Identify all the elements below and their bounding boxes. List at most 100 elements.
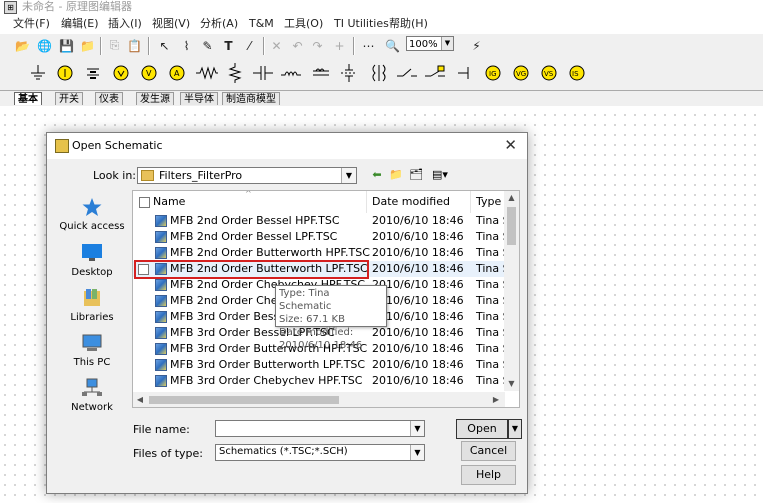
- zoom-icon[interactable]: 🔍: [384, 37, 401, 54]
- place-this-pc[interactable]: This PC: [53, 333, 131, 377]
- copy-icon[interactable]: ⎘: [106, 37, 123, 54]
- switch-icon[interactable]: [337, 61, 361, 85]
- file-row[interactable]: MFB 2nd Order Butterworth HPF.TSC 2010/6/…: [133, 245, 513, 261]
- zoom-select[interactable]: 100% ▼: [406, 36, 454, 51]
- wire-tool-icon[interactable]: ⌇: [178, 37, 195, 54]
- place-libraries[interactable]: Libraries: [53, 288, 131, 332]
- delete-icon[interactable]: ✕: [268, 37, 285, 54]
- schematic-file-icon: [155, 327, 167, 339]
- open-options-dropdown[interactable]: ▼: [508, 419, 522, 439]
- current-meter-icon[interactable]: A: [165, 61, 189, 85]
- menu-tools[interactable]: 工具(O): [284, 16, 323, 31]
- scroll-down-icon[interactable]: ▼: [504, 377, 519, 391]
- place-label: Desktop: [71, 267, 113, 278]
- scroll-right-icon[interactable]: ▶: [489, 392, 503, 407]
- battery-icon[interactable]: [81, 61, 105, 85]
- menu-bar: 文件(F) 编辑(E) 插入(I) 视图(V) 分析(A) T&M 工具(O) …: [0, 14, 763, 33]
- help-button[interactable]: Help: [461, 465, 516, 485]
- voltmeter-icon[interactable]: [109, 61, 133, 85]
- app-title-bar: ⊞ 未命名 - 原理图编辑器: [0, 0, 763, 14]
- ammeter-icon[interactable]: V: [137, 61, 161, 85]
- probe-icon[interactable]: ⚡: [468, 37, 485, 54]
- tab-meters[interactable]: 仪表: [95, 92, 123, 105]
- vertical-scrollbar[interactable]: ▲ ▼: [504, 191, 519, 391]
- redo-icon[interactable]: ↷: [309, 37, 326, 54]
- grid-icon[interactable]: ⋯: [360, 37, 377, 54]
- file-name: MFB 2nd Order Bessel LPF.TSC: [170, 230, 338, 243]
- look-in-select[interactable]: Filters_FilterPro ▼: [137, 167, 357, 184]
- place-label: Libraries: [70, 312, 114, 323]
- scroll-thumb[interactable]: [507, 207, 516, 245]
- menu-help[interactable]: 帮助(H): [389, 16, 428, 31]
- voltage-source-icon[interactable]: [53, 61, 77, 85]
- menu-insert[interactable]: 插入(I): [108, 16, 142, 31]
- tab-basic[interactable]: 基本: [14, 92, 42, 105]
- draw-tool-icon[interactable]: ⁄: [241, 37, 258, 54]
- back-arrow-icon[interactable]: ⬅: [370, 168, 384, 182]
- folder-icon: [141, 170, 154, 181]
- file-date: 2010/6/10 18:46: [372, 358, 464, 371]
- select-arrow-icon[interactable]: ↖: [156, 37, 173, 54]
- desktop-icon: [82, 244, 102, 261]
- cancel-button[interactable]: Cancel: [461, 441, 516, 461]
- file-name-input[interactable]: ▼: [215, 420, 425, 437]
- horizontal-scrollbar[interactable]: ◀ ▶: [133, 392, 505, 407]
- ac-source-icon[interactable]: IS: [565, 61, 589, 85]
- select-all-checkbox[interactable]: [139, 197, 150, 208]
- save-icon[interactable]: 💾: [58, 37, 75, 54]
- spst-switch-icon[interactable]: [395, 61, 419, 85]
- tab-sources[interactable]: 发生源: [136, 92, 174, 105]
- file-row[interactable]: MFB 2nd Order Bessel LPF.TSC 2010/6/10 18…: [133, 229, 513, 245]
- terminal-icon[interactable]: [453, 61, 477, 85]
- tab-manufacturer-models[interactable]: 制造商模型: [222, 92, 280, 105]
- file-row[interactable]: MFB 3rd Order Butterworth LPF.TSC 2010/6/…: [133, 357, 513, 373]
- plus-icon[interactable]: +: [331, 37, 348, 54]
- zoom-value: 100%: [409, 39, 438, 50]
- column-header-name[interactable]: Name ^: [133, 191, 367, 213]
- potentiometer-icon[interactable]: [223, 61, 247, 85]
- pencil-icon[interactable]: ✎: [199, 37, 216, 54]
- new-folder-icon[interactable]: 🗂: [409, 168, 423, 182]
- menu-analysis[interactable]: 分析(A): [200, 16, 238, 31]
- file-date: 2010/6/10 18:46: [372, 230, 464, 243]
- place-quick-access[interactable]: Quick access: [53, 197, 131, 241]
- open-folder-icon[interactable]: 📂: [14, 37, 31, 54]
- scroll-left-icon[interactable]: ◀: [133, 392, 147, 407]
- paste-icon[interactable]: 📋: [126, 37, 143, 54]
- view-menu-icon[interactable]: ▤▾: [429, 168, 451, 182]
- scroll-up-icon[interactable]: ▲: [504, 191, 519, 205]
- controlled-source-icon[interactable]: VS: [537, 61, 561, 85]
- resistor-icon[interactable]: [195, 61, 219, 85]
- transformer-icon[interactable]: [309, 61, 333, 85]
- menu-file[interactable]: 文件(F): [13, 16, 50, 31]
- menu-view[interactable]: 视图(V): [152, 16, 190, 31]
- files-of-type-select[interactable]: Schematics (*.TSC;*.SCH) ▼: [215, 444, 425, 461]
- menu-edit[interactable]: 编辑(E): [61, 16, 99, 31]
- tab-switches[interactable]: 开关: [55, 92, 83, 105]
- place-desktop[interactable]: Desktop: [53, 243, 131, 287]
- current-source-icon[interactable]: IG: [481, 61, 505, 85]
- coupled-inductor-icon[interactable]: [367, 61, 391, 85]
- file-row[interactable]: MFB 3rd Order Chebychev HPF.TSC 2010/6/10…: [133, 373, 513, 389]
- text-tool-icon[interactable]: T: [220, 37, 237, 54]
- tab-semiconductors[interactable]: 半导体: [180, 92, 218, 105]
- inductor-icon[interactable]: [279, 61, 303, 85]
- file-row[interactable]: MFB 2nd Order Bessel HPF.TSC 2010/6/10 18…: [133, 213, 513, 229]
- globe-icon[interactable]: 🌐: [36, 37, 53, 54]
- open-file-icon[interactable]: 📁: [79, 37, 96, 54]
- ground-icon[interactable]: [26, 61, 50, 85]
- place-network[interactable]: Network: [53, 378, 131, 422]
- toolbar-separator: [148, 37, 150, 55]
- sort-up-icon: ^: [245, 190, 252, 198]
- open-button[interactable]: Open: [456, 419, 508, 439]
- menu-ti-utilities[interactable]: TI Utilities: [334, 16, 389, 31]
- capacitor-icon[interactable]: [251, 61, 275, 85]
- scroll-thumb[interactable]: [149, 396, 339, 404]
- close-icon[interactable]: ✕: [504, 136, 517, 154]
- relay-icon[interactable]: [423, 61, 447, 85]
- menu-tm[interactable]: T&M: [249, 16, 274, 31]
- undo-icon[interactable]: ↶: [289, 37, 306, 54]
- column-header-date[interactable]: Date modified: [367, 191, 471, 213]
- up-folder-icon[interactable]: 📁: [389, 168, 403, 182]
- voltage-generator-icon[interactable]: VG: [509, 61, 533, 85]
